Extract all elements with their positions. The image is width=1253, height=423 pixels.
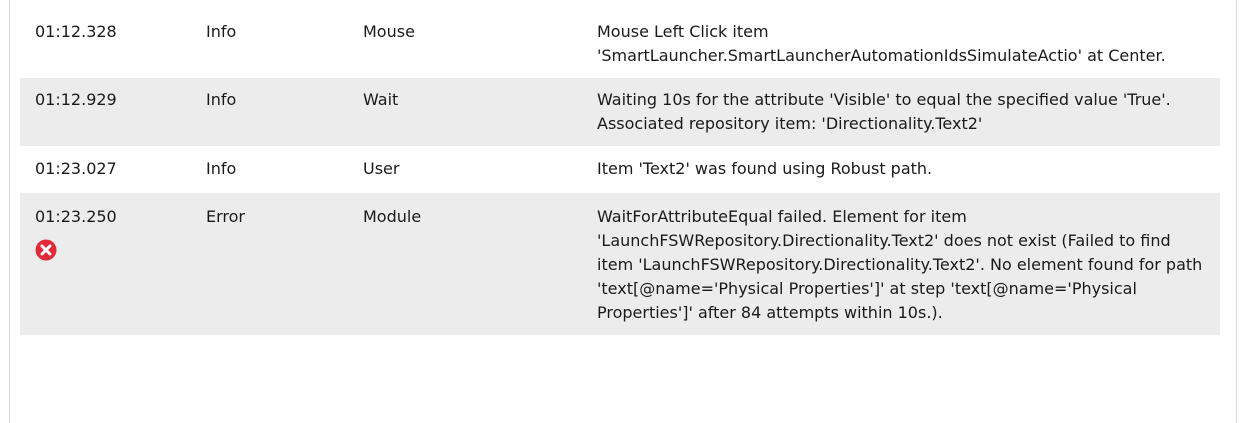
log-message: Waiting 10s for the attribute 'Visible' …: [582, 78, 1220, 146]
log-row: 01:12.929 Info Wait Waiting 10s for the …: [20, 78, 1220, 146]
log-category: Wait: [348, 78, 582, 146]
left-border: [9, 0, 10, 423]
log-table: 01:12.328 Info Mouse Mouse Left Click it…: [20, 12, 1220, 335]
log-row-error: 01:23.250 Error Module WaitForAttributeE…: [20, 193, 1220, 335]
log-row: 01:23.027 Info User Item 'Text2' was fou…: [20, 146, 1220, 193]
right-border: [1236, 0, 1237, 423]
log-category: User: [348, 146, 582, 193]
log-time: 01:12.929: [20, 78, 191, 146]
log-level: Error: [191, 193, 348, 335]
log-time: 01:12.328: [20, 12, 191, 78]
log-level: Info: [191, 12, 348, 78]
log-time-cell: 01:23.250: [20, 193, 191, 335]
log-category: Module: [348, 193, 582, 335]
log-time: 01:23.250: [35, 207, 117, 226]
log-message: WaitForAttributeEqual failed. Element fo…: [582, 193, 1220, 335]
log-level: Info: [191, 78, 348, 146]
log-message: Mouse Left Click item 'SmartLauncher.Sma…: [582, 12, 1220, 78]
log-time: 01:23.027: [20, 146, 191, 193]
log-row: 01:12.328 Info Mouse Mouse Left Click it…: [20, 12, 1220, 78]
log-message: Item 'Text2' was found using Robust path…: [582, 146, 1220, 193]
log-report-frame: 01:12.328 Info Mouse Mouse Left Click it…: [0, 0, 1253, 423]
log-category: Mouse: [348, 12, 582, 78]
log-level: Info: [191, 146, 348, 193]
error-icon: [35, 239, 57, 261]
